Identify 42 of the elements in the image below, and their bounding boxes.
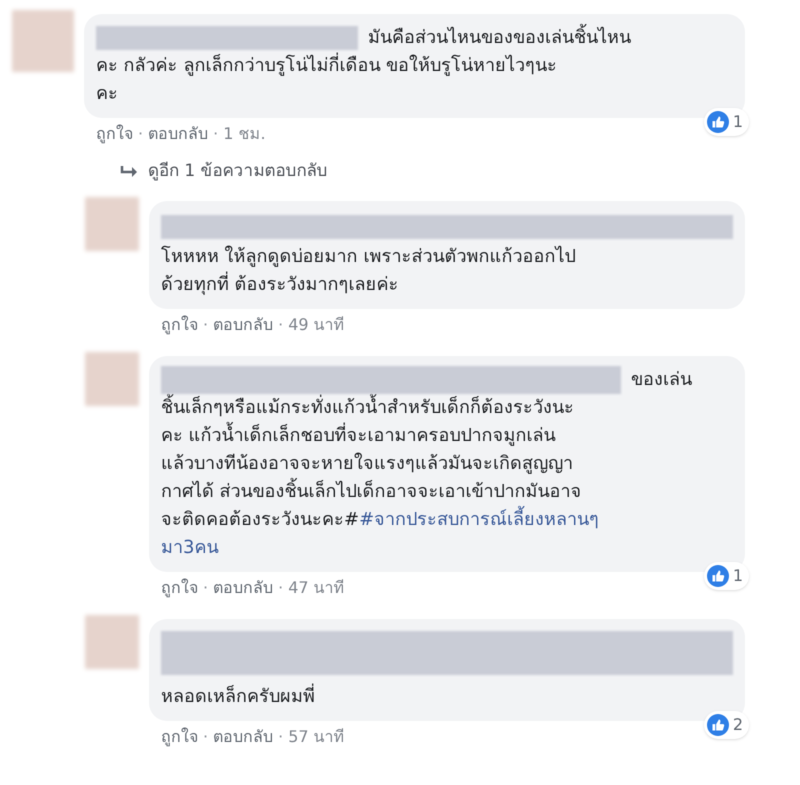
comment-text: มันคือส่วนไหนของของเล่นชิ้นไหน [368,24,631,52]
reaction-badge[interactable]: 2 [704,710,749,738]
action-link[interactable]: ถูกใจ [161,726,198,748]
separator-dot: · [278,576,284,598]
avatar[interactable] [85,352,139,406]
timestamp[interactable]: 49 นาที [288,314,345,336]
separator-dot: · [213,123,218,145]
separator-dot: · [203,726,208,748]
action-link[interactable]: ตอบกลับ [148,123,208,145]
action-link[interactable]: ตอบกลับ [213,576,274,598]
action-link[interactable]: ถูกใจ [161,576,198,598]
reaction-count: 1 [732,111,744,133]
reaction-badge[interactable]: 1 [704,108,749,136]
reaction-count: 1 [732,564,744,586]
avatar[interactable] [85,196,139,250]
reaction-badge[interactable]: 1 [704,562,749,590]
view-more-replies-link[interactable]: ดูอีก 1 ข้อความตอบกลับ [148,159,328,184]
reply-arrow-icon [120,164,138,179]
hashtag-link[interactable]: มา3คน [161,536,218,558]
comment-text: ของเล่น [631,368,692,392]
action-link[interactable]: ตอบกลับ [213,726,274,748]
timestamp[interactable]: 1 ชม. [223,123,266,145]
like-icon [706,564,729,586]
reaction-count: 2 [732,714,744,736]
timestamp[interactable]: 57 นาที [288,726,345,748]
comment-text: ชิ้นเล็กๆหรือแม้กระทั่งแก้วน้ำสำหรับเด็กก็ต้องระวังนะ คะ แก้วน้ำเด็กเล็กชอบที่จะเอามาครอบปากจมูกเล่น แล้วบางทีน้องอาจจะหายใจแรงๆแล้วมันจะเกิดสูญญา กาศได้ ส่วนของชิ้นเล็กไปเด็กอาจจะเอาเข้าปากมันอาจ จะติดคอต้องระวังนะคะ##จากประสบการณ์เลี้ยงหลานๆ มา3คน [161,394,733,562]
separator-dot: · [203,576,208,598]
action-link[interactable]: ถูกใจ [96,123,133,145]
like-icon [706,714,729,736]
like-icon [706,111,729,133]
action-link[interactable]: ตอบกลับ [213,314,274,336]
avatar[interactable] [12,10,74,72]
comment-text: โหหหห ให้ลูกดูดบ่อยมาก เพราะส่วนตัวพกแก้วออกไป ด้วยทุกที่ ต้องระวังมากๆเลยค่ะ [161,244,576,297]
action-link[interactable]: ถูกใจ [161,314,198,336]
separator-dot: · [278,314,284,336]
avatar[interactable] [85,614,139,668]
comment-text: หลอดเหล็กครับผมพี่ [161,682,316,708]
separator-dot: · [138,123,144,145]
separator-dot: · [203,314,208,336]
separator-dot: · [278,726,284,748]
timestamp[interactable]: 47 นาที [288,576,345,598]
comment-text: คะ กลัวค่ะ ลูกเล็กกว่าบรูโน่ไม่กี่เดือน ขอให้บรูโน่หายไวๆนะ คะ [96,52,733,108]
